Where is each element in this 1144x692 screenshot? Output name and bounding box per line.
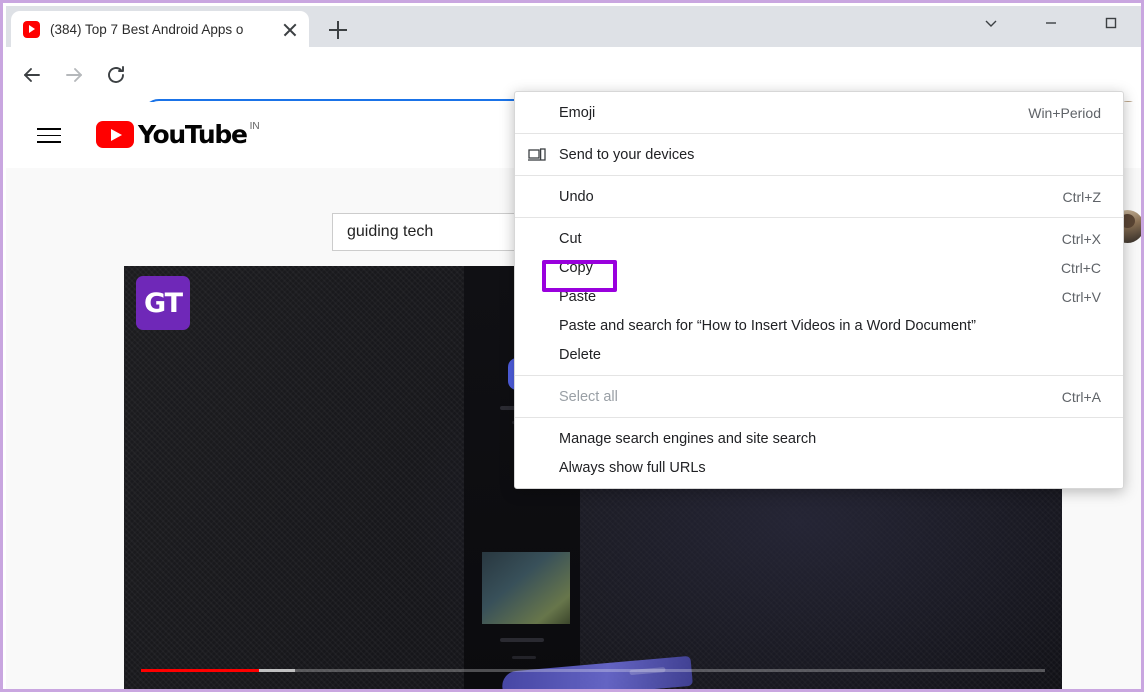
omnibox-context-menu[interactable]: Emoji Win+Period Send to your devices Un…	[514, 91, 1124, 489]
menu-item-label: Manage search engines and site search	[559, 431, 1077, 447]
menu-item-label: Select all	[559, 389, 1038, 405]
menu-item-label: Delete	[559, 347, 1077, 363]
menu-item-paste[interactable]: Paste Ctrl+V	[515, 282, 1123, 311]
new-tab-button[interactable]	[324, 16, 352, 44]
menu-item-label: Cut	[559, 231, 1038, 247]
menu-item-send-to-devices[interactable]: Send to your devices	[515, 140, 1123, 169]
back-arrow-icon[interactable]	[16, 59, 48, 91]
player-controls: 0:58 / 8:11	[124, 676, 1062, 692]
phone-text-line	[512, 656, 536, 659]
devices-icon	[527, 145, 547, 165]
menu-separator	[515, 217, 1123, 218]
menu-separator	[515, 375, 1123, 376]
menu-item-emoji[interactable]: Emoji Win+Period	[515, 98, 1123, 127]
miniplayer-icon[interactable]	[864, 681, 910, 692]
menu-item-accel: Ctrl+V	[1062, 289, 1101, 305]
theater-mode-icon[interactable]	[910, 681, 956, 692]
minimize-icon[interactable]	[1028, 6, 1074, 40]
menu-item-accel: Ctrl+C	[1061, 260, 1101, 276]
menu-item-cut[interactable]: Cut Ctrl+X	[515, 224, 1123, 253]
menu-item-select-all: Select all Ctrl+A	[515, 382, 1123, 411]
menu-item-label: Emoji	[559, 105, 1004, 121]
menu-item-delete[interactable]: Delete	[515, 340, 1123, 369]
menu-item-label: Paste and search for “How to Insert Vide…	[559, 318, 1077, 334]
autoplay-toggle[interactable]	[726, 681, 772, 692]
youtube-logo-text: YouTube	[138, 121, 247, 148]
channel-watermark: GT	[136, 276, 190, 330]
menu-item-accel: Ctrl+A	[1062, 389, 1101, 405]
progress-played	[141, 669, 259, 672]
menu-separator	[515, 175, 1123, 176]
chevron-down-icon[interactable]	[968, 6, 1014, 40]
menu-item-accel: Ctrl+X	[1062, 231, 1101, 247]
menu-item-paste-and-search[interactable]: Paste and search for “How to Insert Vide…	[515, 311, 1123, 340]
menu-item-label: Paste	[559, 289, 1038, 305]
settings-gear-icon[interactable]	[818, 681, 864, 692]
menu-separator	[515, 417, 1123, 418]
browser-window-frame: (384) Top 7 Best Android Apps o	[0, 0, 1144, 692]
menu-item-label: Undo	[559, 189, 1039, 205]
phone-text-line	[500, 638, 544, 642]
menu-item-label: Copy	[559, 260, 1037, 276]
youtube-icon	[23, 21, 40, 38]
tab-strip: (384) Top 7 Best Android Apps o	[6, 6, 1144, 47]
youtube-play-mark	[96, 121, 134, 148]
youtube-country-code: IN	[250, 121, 260, 133]
cast-icon[interactable]	[956, 681, 1002, 692]
menu-item-manage-search-engines[interactable]: Manage search engines and site search	[515, 424, 1123, 453]
fullscreen-icon[interactable]	[1002, 681, 1048, 692]
subtitles-cc-icon[interactable]	[772, 681, 818, 692]
reload-icon[interactable]	[100, 59, 132, 91]
next-video-icon[interactable]	[184, 681, 230, 692]
close-icon[interactable]	[279, 18, 301, 40]
menu-item-label: Always show full URLs	[559, 460, 1077, 476]
hamburger-menu-icon[interactable]	[34, 121, 64, 149]
menu-item-label: Send to your devices	[559, 147, 1077, 163]
youtube-search-value: guiding tech	[347, 223, 433, 241]
phone-thumbnail	[482, 552, 570, 624]
menu-item-always-show-full-urls[interactable]: Always show full URLs	[515, 453, 1123, 482]
browser-tab[interactable]: (384) Top 7 Best Android Apps o	[11, 11, 309, 47]
menu-item-accel: Ctrl+Z	[1063, 189, 1102, 205]
play-icon[interactable]	[138, 681, 184, 692]
menu-item-copy[interactable]: Copy Ctrl+C	[515, 253, 1123, 282]
maximize-icon[interactable]	[1088, 6, 1134, 40]
forward-arrow-icon[interactable]	[58, 59, 90, 91]
video-progress-bar[interactable]	[141, 669, 1045, 672]
youtube-logo[interactable]: YouTube IN	[96, 121, 260, 148]
volume-icon[interactable]	[230, 681, 276, 692]
tab-title: (384) Top 7 Best Android Apps o	[50, 22, 275, 37]
menu-item-undo[interactable]: Undo Ctrl+Z	[515, 182, 1123, 211]
menu-item-accel: Win+Period	[1028, 105, 1101, 121]
menu-separator	[515, 133, 1123, 134]
